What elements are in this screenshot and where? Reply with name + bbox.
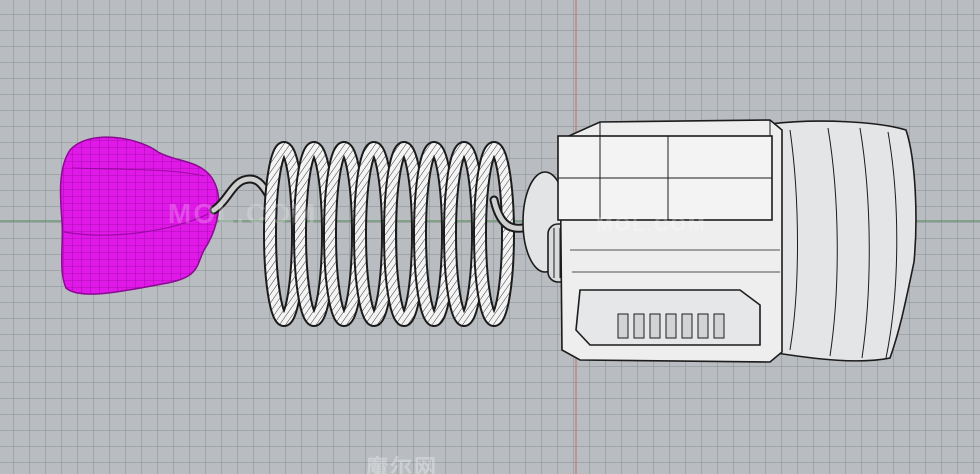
- viewport-canvas[interactable]: [0, 0, 980, 474]
- coil-loop-surface: [475, 143, 513, 325]
- vent-slots: [617, 313, 725, 339]
- rhino-viewport[interactable]: MOL.COM MOL.COM 魔尔网: [0, 0, 980, 474]
- coil-spring[interactable]: [263, 141, 515, 327]
- rear-housing: [769, 120, 917, 362]
- head-mesh[interactable]: [59, 136, 220, 295]
- device-body[interactable]: [522, 119, 917, 363]
